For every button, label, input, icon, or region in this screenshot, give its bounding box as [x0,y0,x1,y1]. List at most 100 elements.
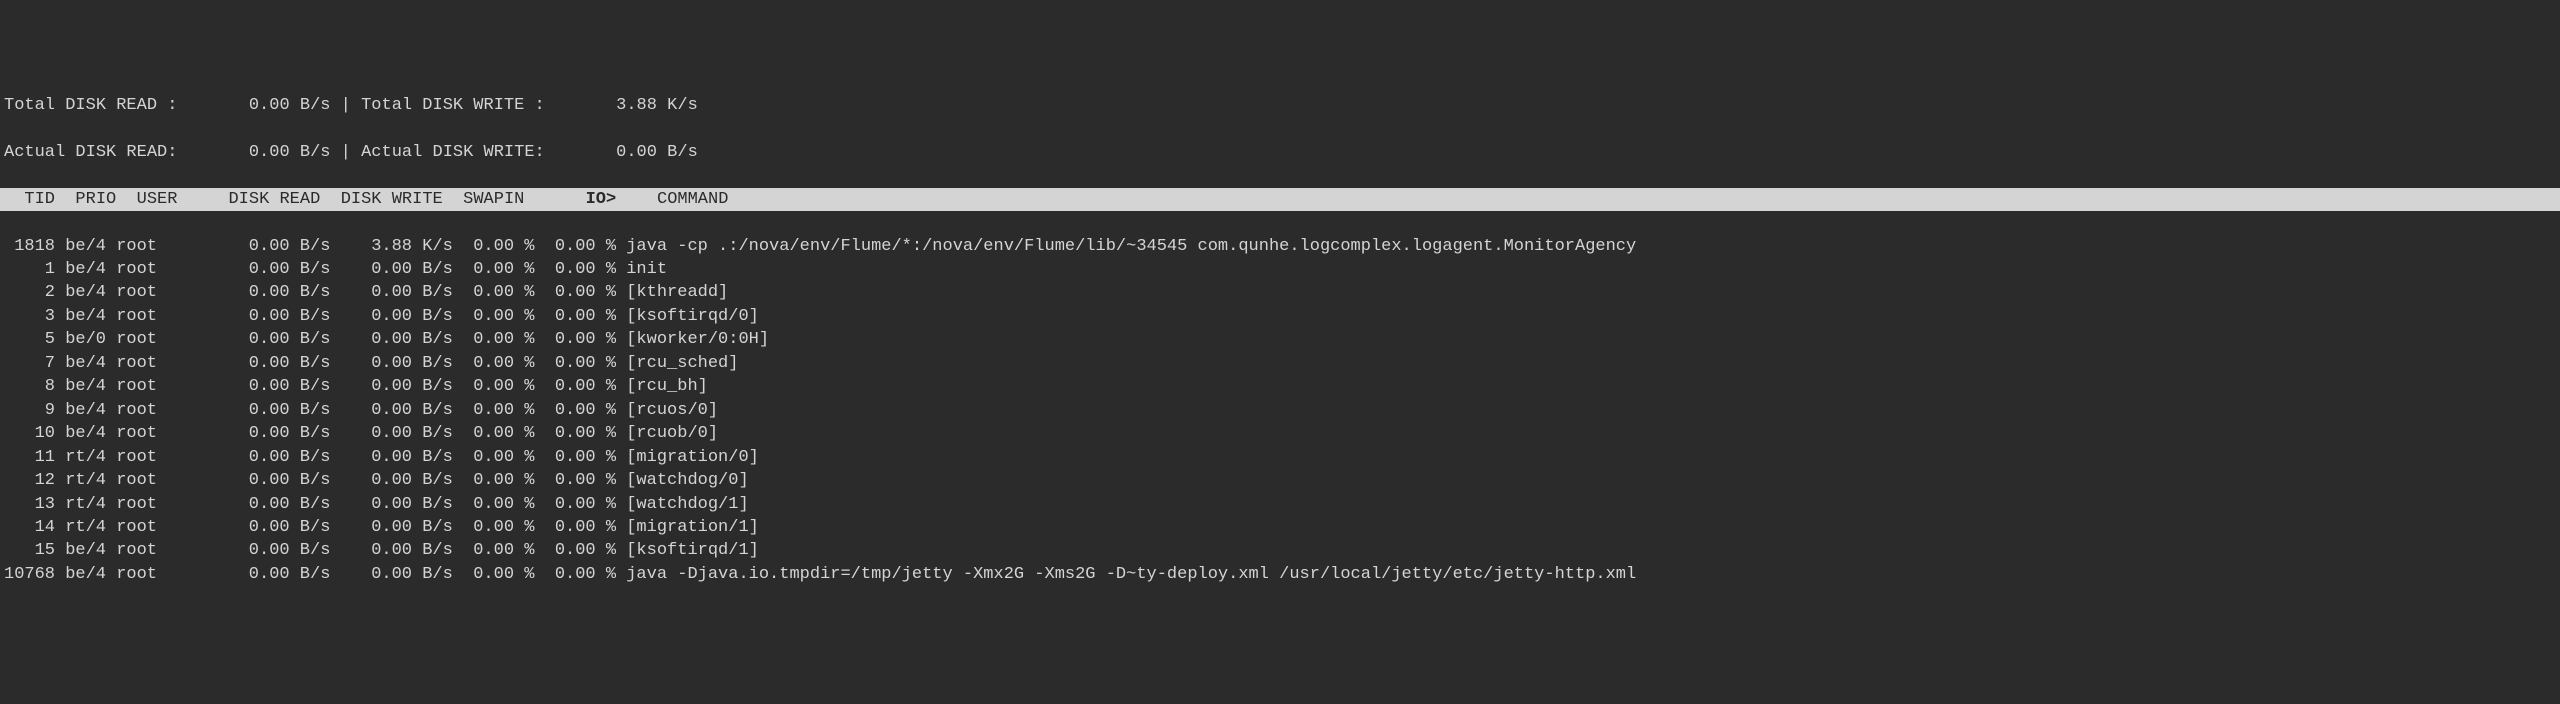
header-command[interactable]: COMMAND [657,190,728,209]
process-row[interactable]: 7 be/4root0.00 B/s0.00 B/s0.00 %0.00 %[r… [0,352,2560,375]
process-tid: 1818 [4,235,55,258]
column-header-row[interactable]: TID PRIO USER DISK READ DISK WRITE SWAPI… [0,188,2560,211]
header-disk-write[interactable]: DISK WRITE [341,190,443,209]
process-io: 0.00 % [534,399,616,422]
process-row[interactable]: 9 be/4root0.00 B/s0.00 B/s0.00 %0.00 %[r… [0,399,2560,422]
process-swapin: 0.00 % [453,399,535,422]
process-row[interactable]: 3 be/4root0.00 B/s0.00 B/s0.00 %0.00 %[k… [0,305,2560,328]
process-prio: be/4 [65,235,116,258]
process-prio: be/4 [65,563,116,586]
process-prio: be/4 [65,399,116,422]
header-disk-read[interactable]: DISK READ [228,190,320,209]
process-user: root [116,281,208,304]
process-prio: rt/4 [65,446,116,469]
process-prio: be/4 [65,305,116,328]
process-row[interactable]: 5 be/0root0.00 B/s0.00 B/s0.00 %0.00 %[k… [0,328,2560,351]
process-disk-read: 0.00 B/s [208,446,330,469]
total-disk-read-label: Total DISK READ : [4,96,177,115]
process-prio: be/0 [65,328,116,351]
process-disk-write: 0.00 B/s [330,258,452,281]
process-prio: rt/4 [65,469,116,492]
process-tid: 10 [4,422,55,445]
process-prio: be/4 [65,375,116,398]
process-user: root [116,446,208,469]
process-disk-write: 0.00 B/s [330,375,452,398]
header-io[interactable]: IO> [586,190,617,209]
process-disk-read: 0.00 B/s [208,375,330,398]
process-command: init [616,258,667,281]
process-disk-read: 0.00 B/s [208,493,330,516]
process-command: [ksoftirqd/1] [616,539,759,562]
process-disk-read: 0.00 B/s [208,563,330,586]
process-disk-write: 0.00 B/s [330,399,452,422]
process-swapin: 0.00 % [453,352,535,375]
process-disk-write: 0.00 B/s [330,516,452,539]
process-user: root [116,352,208,375]
process-user: root [116,399,208,422]
process-user: root [116,516,208,539]
process-row[interactable]: 11 rt/4root0.00 B/s0.00 B/s0.00 %0.00 %[… [0,446,2560,469]
process-tid: 12 [4,469,55,492]
process-disk-write: 3.88 K/s [330,235,452,258]
header-user[interactable]: USER [137,190,178,209]
process-user: root [116,539,208,562]
header-prio[interactable]: PRIO [75,190,116,209]
process-prio: be/4 [65,281,116,304]
process-command: [rcu_bh] [616,375,708,398]
process-row[interactable]: 1 be/4root0.00 B/s0.00 B/s0.00 %0.00 %in… [0,258,2560,281]
process-prio: be/4 [65,539,116,562]
process-disk-read: 0.00 B/s [208,352,330,375]
process-row[interactable]: 15 be/4root0.00 B/s0.00 B/s0.00 %0.00 %[… [0,539,2560,562]
process-disk-write: 0.00 B/s [330,469,452,492]
process-command: [migration/1] [616,516,759,539]
total-disk-write-value: 3.88 K/s [616,96,698,115]
summary-actual-line: Actual DISK READ: 0.00 B/s | Actual DISK… [0,141,2560,164]
process-io: 0.00 % [534,281,616,304]
process-row[interactable]: 1818 be/4root0.00 B/s3.88 K/s0.00 %0.00 … [0,235,2560,258]
process-command: [watchdog/0] [616,469,749,492]
process-row[interactable]: 2 be/4root0.00 B/s0.00 B/s0.00 %0.00 %[k… [0,281,2560,304]
header-tid[interactable]: TID [24,190,55,209]
process-disk-read: 0.00 B/s [208,399,330,422]
process-disk-write: 0.00 B/s [330,281,452,304]
process-user: root [116,235,208,258]
process-tid: 15 [4,539,55,562]
process-tid: 13 [4,493,55,516]
process-disk-write: 0.00 B/s [330,539,452,562]
process-command: [watchdog/1] [616,493,749,516]
process-disk-write: 0.00 B/s [330,305,452,328]
process-disk-read: 0.00 B/s [208,469,330,492]
process-disk-read: 0.00 B/s [208,422,330,445]
actual-disk-read-label: Actual DISK READ: [4,143,177,162]
process-user: root [116,258,208,281]
process-row[interactable]: 14 rt/4root0.00 B/s0.00 B/s0.00 %0.00 %[… [0,516,2560,539]
process-io: 0.00 % [534,563,616,586]
process-disk-write: 0.00 B/s [330,352,452,375]
process-io: 0.00 % [534,493,616,516]
process-tid: 9 [4,399,55,422]
process-disk-read: 0.00 B/s [208,258,330,281]
process-disk-read: 0.00 B/s [208,281,330,304]
process-user: root [116,469,208,492]
process-user: root [116,305,208,328]
header-swapin[interactable]: SWAPIN [463,190,524,209]
process-disk-write: 0.00 B/s [330,328,452,351]
process-disk-write: 0.00 B/s [330,446,452,469]
process-prio: be/4 [65,352,116,375]
process-prio: be/4 [65,258,116,281]
process-swapin: 0.00 % [453,258,535,281]
process-row[interactable]: 12 rt/4root0.00 B/s0.00 B/s0.00 %0.00 %[… [0,469,2560,492]
process-io: 0.00 % [534,235,616,258]
process-swapin: 0.00 % [453,305,535,328]
process-tid: 2 [4,281,55,304]
process-disk-read: 0.00 B/s [208,539,330,562]
process-row[interactable]: 10 be/4root0.00 B/s0.00 B/s0.00 %0.00 %[… [0,422,2560,445]
process-io: 0.00 % [534,352,616,375]
process-row[interactable]: 8 be/4root0.00 B/s0.00 B/s0.00 %0.00 %[r… [0,375,2560,398]
process-swapin: 0.00 % [453,281,535,304]
process-swapin: 0.00 % [453,539,535,562]
process-row[interactable]: 10768 be/4root0.00 B/s0.00 B/s0.00 %0.00… [0,563,2560,586]
process-io: 0.00 % [534,539,616,562]
process-row[interactable]: 13 rt/4root0.00 B/s0.00 B/s0.00 %0.00 %[… [0,493,2560,516]
process-disk-read: 0.00 B/s [208,305,330,328]
